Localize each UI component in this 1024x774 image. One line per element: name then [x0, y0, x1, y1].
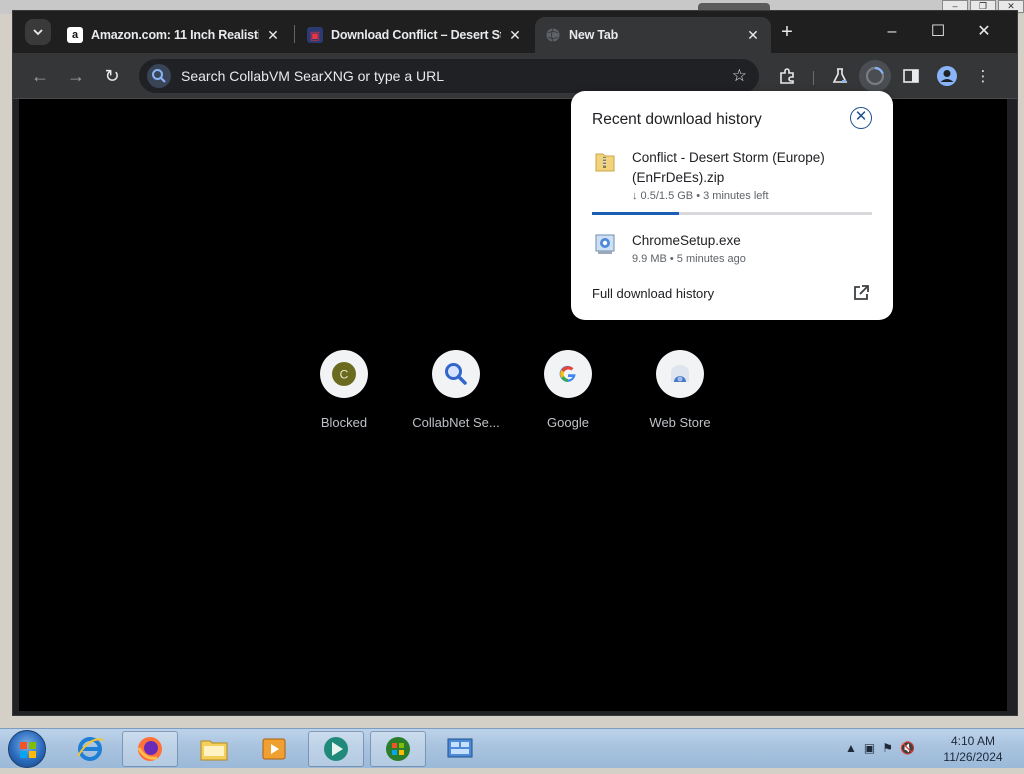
- bookmark-star-icon[interactable]: ☆: [732, 66, 747, 86]
- tab-close-icon[interactable]: ✕: [265, 27, 281, 44]
- globe-favicon-icon: [545, 27, 561, 43]
- chevron-down-icon: [33, 29, 43, 36]
- download-bubble-title: Recent download history: [592, 111, 762, 128]
- action-center-flag-icon[interactable]: ⚑: [882, 741, 893, 755]
- tab-download-conflict[interactable]: ▣ Download Conflict – Desert Sto ✕: [297, 17, 533, 53]
- folder-icon: [200, 740, 228, 761]
- windows-logo-icon: [20, 742, 36, 758]
- download-progress-bar: [592, 212, 872, 215]
- firefox-icon: [137, 737, 162, 761]
- taskbar-collabvm-app[interactable]: [308, 731, 364, 767]
- tab-title: New Tab: [569, 28, 619, 42]
- installer-exe-icon: [595, 234, 615, 254]
- menu-kebab-icon[interactable]: ⋮: [971, 64, 995, 88]
- tab-search-button[interactable]: [25, 19, 51, 45]
- full-download-history-link[interactable]: Full download history: [592, 286, 714, 301]
- window-minimize-icon[interactable]: –: [869, 17, 915, 47]
- omnibox-placeholder: Search CollabVM SearXNG or type a URL: [181, 68, 444, 84]
- shortcut-tile: [544, 350, 592, 398]
- taskbar: ▲ ▣ ⚑ 🔇 4:10 AM 11/26/2024: [0, 728, 1024, 768]
- download-filename[interactable]: ChromeSetup.exe: [632, 231, 872, 251]
- tab-close-icon[interactable]: ✕: [745, 27, 761, 44]
- tab-new-tab[interactable]: New Tab ✕: [535, 17, 771, 53]
- window-maximize-icon[interactable]: ☐: [915, 17, 961, 47]
- shortcut-tile: C: [320, 350, 368, 398]
- search-icon: [147, 64, 171, 88]
- labs-flask-icon[interactable]: [828, 64, 852, 88]
- shortcut-blocked[interactable]: C Blocked: [294, 350, 394, 430]
- media-player-icon: [262, 738, 286, 760]
- system-tray: ▲ ▣ ⚑ 🔇: [845, 741, 915, 755]
- magnifier-icon: [445, 363, 467, 385]
- control-panel-icon: [447, 738, 473, 758]
- reload-icon[interactable]: ↻: [99, 63, 125, 89]
- tab-amazon[interactable]: a Amazon.com: 11 Inch Realistic ✕: [57, 17, 291, 53]
- close-icon[interactable]: ✕: [850, 107, 872, 129]
- network-icon[interactable]: ▣: [864, 741, 875, 755]
- download-status: 9.9 MB • 5 minutes ago: [632, 253, 746, 265]
- omnibox[interactable]: Search CollabVM SearXNG or type a URL ☆: [139, 59, 759, 93]
- shortcut-label: Blocked: [320, 415, 368, 430]
- taskbar-clock[interactable]: 4:10 AM 11/26/2024: [930, 733, 1016, 765]
- download-filename-line1: Conflict - Desert Storm (Europe): [632, 150, 825, 165]
- tab-close-icon[interactable]: ✕: [507, 27, 523, 44]
- google-g-icon: [559, 365, 576, 382]
- windows-flag-icon: [386, 737, 410, 761]
- romsfun-favicon-icon: ▣: [307, 27, 323, 43]
- shortcut-label: CollabNet Se...: [412, 415, 500, 430]
- download-bubble: Recent download history ✕ Conflict - Des…: [571, 91, 893, 320]
- profile-avatar-icon[interactable]: [935, 64, 959, 88]
- toolbar-divider: [813, 71, 814, 85]
- taskbar-firefox[interactable]: [122, 731, 178, 767]
- taskbar-file-explorer[interactable]: [186, 731, 242, 767]
- tab-strip: a Amazon.com: 11 Inch Realistic ✕ ▣ Down…: [13, 11, 1017, 53]
- download-filename-line2: (EnFrDeEs).zip: [632, 170, 725, 185]
- start-button[interactable]: [8, 730, 46, 768]
- open-external-icon[interactable]: [852, 284, 870, 302]
- tab-title: Amazon.com: 11 Inch Realistic: [91, 28, 259, 42]
- shortcut-google[interactable]: Google: [518, 350, 618, 430]
- download-filename[interactable]: Conflict - Desert Storm (Europe) (EnFrDe…: [632, 148, 872, 188]
- volume-muted-icon[interactable]: 🔇: [900, 741, 915, 755]
- zip-file-icon: [595, 153, 615, 172]
- tab-separator: [294, 25, 295, 43]
- new-tab-plus-icon[interactable]: +: [775, 21, 799, 45]
- svg-text:C: C: [340, 368, 349, 382]
- download-status: ↓ 0.5/1.5 GB • 3 minutes left: [632, 190, 769, 202]
- taskbar-internet-explorer[interactable]: [62, 731, 118, 767]
- play-arrow-icon: [324, 737, 348, 761]
- clock-date: 11/26/2024: [943, 750, 1003, 764]
- side-panel-icon[interactable]: [899, 64, 923, 88]
- shortcut-web-store[interactable]: Web Store: [630, 350, 730, 430]
- taskbar-chrome-setup[interactable]: [370, 731, 426, 767]
- shortcut-tile: [432, 350, 480, 398]
- window-close-icon[interactable]: ✕: [961, 17, 1007, 47]
- taskbar-control-panel[interactable]: [432, 731, 488, 767]
- web-store-icon: [671, 365, 689, 382]
- shortcut-tile: [656, 350, 704, 398]
- download-progress-icon[interactable]: [859, 60, 891, 92]
- shortcut-label: Web Store: [649, 415, 711, 430]
- download-progress-fill: [592, 212, 679, 215]
- letter-c-icon: C: [332, 362, 356, 386]
- shortcut-collabnet[interactable]: CollabNet Se...: [406, 350, 506, 430]
- amazon-favicon-icon: a: [67, 27, 83, 43]
- taskbar-media-player[interactable]: [246, 731, 302, 767]
- shortcut-label: Google: [547, 415, 589, 430]
- extensions-puzzle-icon[interactable]: [775, 64, 799, 88]
- back-arrow-icon[interactable]: ←: [27, 63, 53, 89]
- clock-time: 4:10 AM: [950, 734, 996, 748]
- tab-title: Download Conflict – Desert Sto: [331, 28, 501, 42]
- forward-arrow-icon[interactable]: →: [63, 63, 89, 89]
- show-hidden-icons-icon[interactable]: ▲: [845, 741, 857, 755]
- internet-explorer-icon: [77, 737, 104, 761]
